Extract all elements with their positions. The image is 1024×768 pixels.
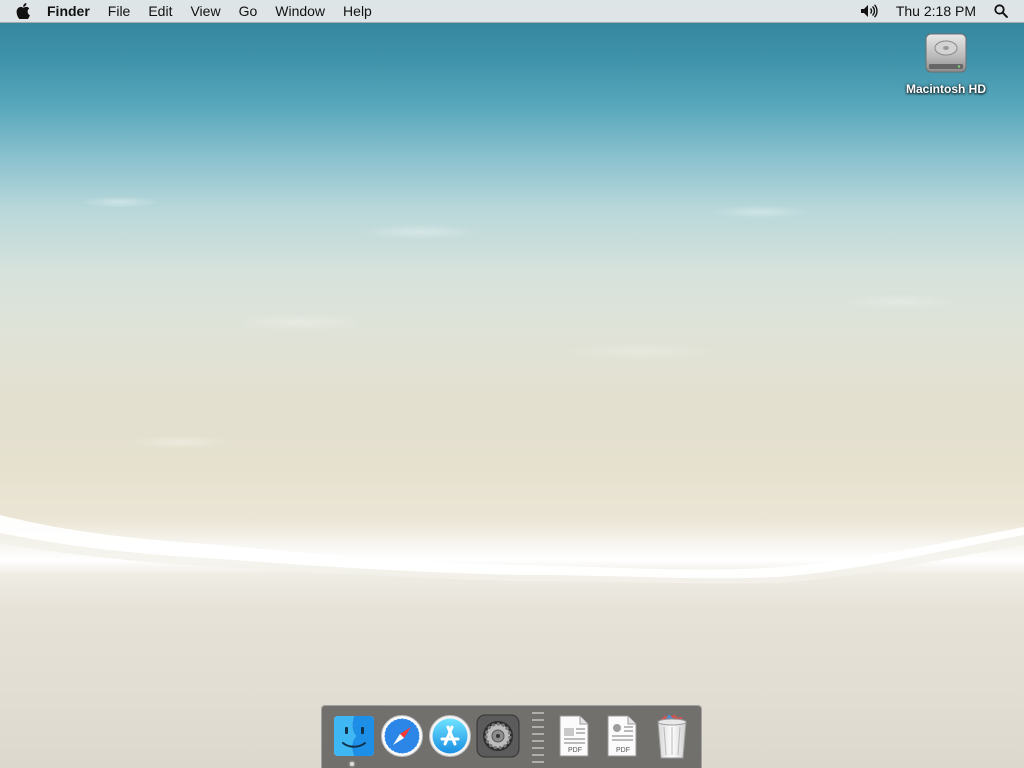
- dock-system-preferences[interactable]: [476, 714, 520, 758]
- apple-icon[interactable]: [0, 0, 38, 22]
- menu-window[interactable]: Window: [266, 0, 334, 22]
- dock-document-1[interactable]: PDF: [552, 714, 596, 758]
- running-indicator: [350, 762, 354, 766]
- app-store-icon: [429, 715, 471, 757]
- menu-go[interactable]: Go: [230, 0, 267, 22]
- dock-trash[interactable]: [650, 714, 694, 759]
- menu-bar: Finder File Edit View Go Window Help Thu…: [0, 0, 1024, 23]
- menu-finder[interactable]: Finder: [38, 0, 99, 22]
- wallpaper-foam: [0, 515, 1024, 584]
- safari-icon: [381, 715, 423, 757]
- document-type-label: PDF: [568, 747, 582, 754]
- system-preferences-icon: [476, 714, 520, 758]
- menu-help[interactable]: Help: [334, 0, 381, 22]
- finder-icon: [334, 716, 374, 756]
- hard-drive-icon: [925, 33, 967, 73]
- trash-icon: [657, 714, 687, 759]
- document-type-label: PDF: [616, 747, 630, 754]
- dock-separator[interactable]: [532, 712, 544, 764]
- menu-clock[interactable]: Thu 2:18 PM: [886, 0, 986, 22]
- dock: PDF PDF: [321, 705, 702, 768]
- dock-app-store[interactable]: [428, 714, 472, 758]
- desktop-icon-label: Macintosh HD: [905, 82, 986, 96]
- desktop-icon-macintosh-hd[interactable]: Macintosh HD: [898, 30, 994, 96]
- menu-view[interactable]: View: [181, 0, 229, 22]
- menu-file[interactable]: File: [99, 0, 140, 22]
- dock-safari[interactable]: [380, 714, 424, 758]
- spotlight-search-icon[interactable]: [986, 0, 1016, 22]
- menu-edit[interactable]: Edit: [139, 0, 181, 22]
- dock-document-2[interactable]: PDF: [600, 714, 644, 758]
- dock-finder[interactable]: [332, 714, 376, 758]
- volume-icon[interactable]: [852, 0, 886, 22]
- desktop-wallpaper: [0, 22, 1024, 562]
